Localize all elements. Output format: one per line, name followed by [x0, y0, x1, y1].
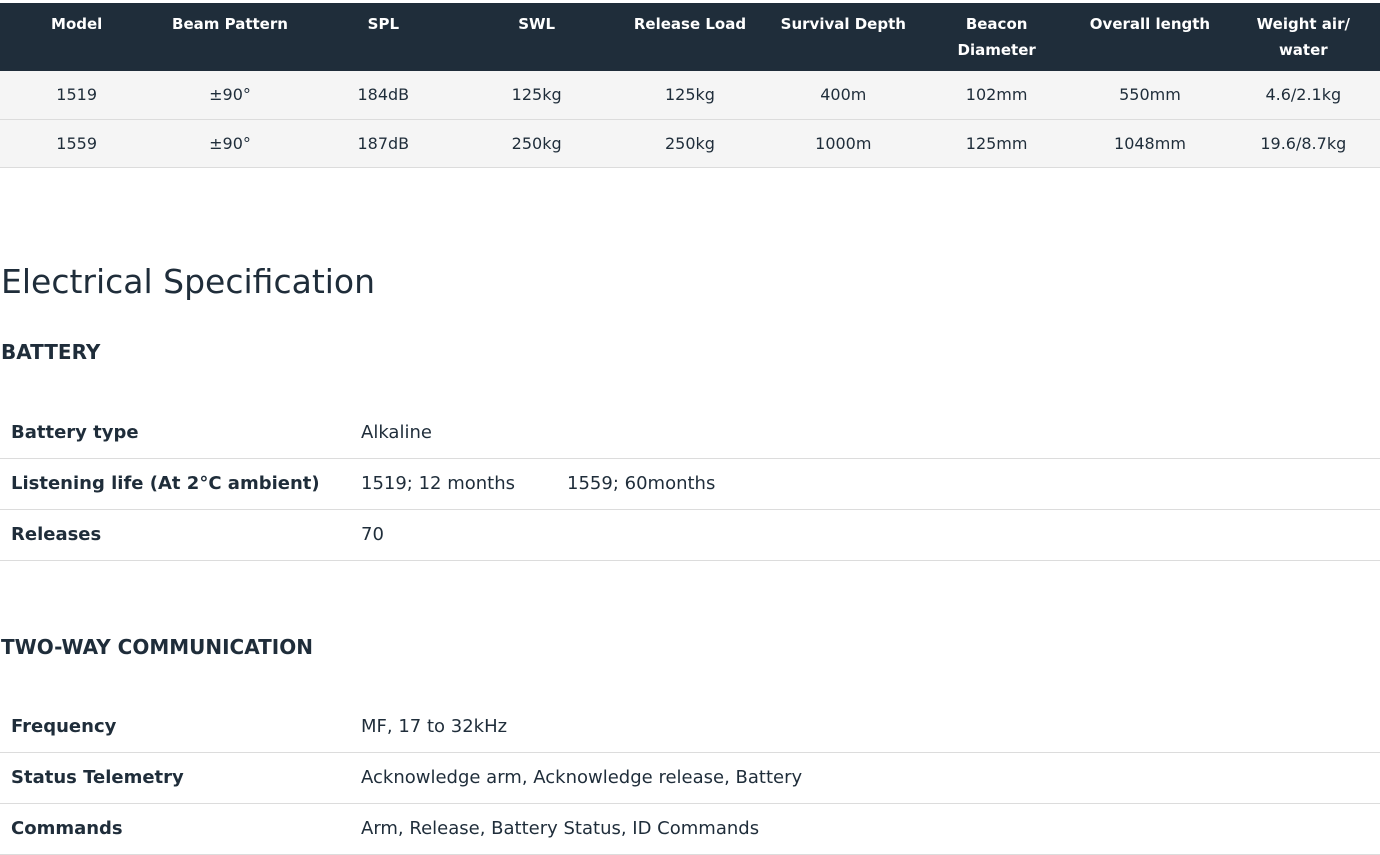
cell-overall-length: 550mm [1073, 71, 1227, 120]
cell-weight: 4.6/2.1kg [1226, 71, 1380, 120]
spec-value-cell: 1519; 12 months 1559; 60months [361, 458, 1380, 510]
col-header-beacon-diameter: Beacon Diameter [919, 3, 1074, 71]
cell-spl: 184dB [306, 71, 460, 120]
table-row: 1519 ±90° 184dB 125kg 125kg 400m 102mm 5… [0, 71, 1380, 120]
cell-survival-depth: 400m [766, 71, 920, 120]
spec-value: 1519; 12 months [361, 473, 516, 494]
table-row: Status Telemetry Acknowledge arm, Acknow… [0, 752, 1380, 804]
battery-spec-table: Battery type Alkaline Listening life (At… [0, 407, 1380, 561]
table-row: 1559 ±90° 187dB 250kg 250kg 1000m 125mm … [0, 119, 1380, 168]
spec-value: MF, 17 to 32kHz [361, 701, 1380, 753]
spec-table: Model Beam Pattern SPL SWL Release Load … [0, 3, 1380, 168]
spec-label: Status Telemetry [0, 752, 361, 804]
spec-value: Acknowledge arm, Acknowledge release, Ba… [361, 752, 1380, 804]
col-header-overall-length: Overall length [1073, 3, 1227, 71]
cell-release-load: 125kg [613, 71, 767, 120]
spec-label: Listening life (At 2°C ambient) [0, 458, 361, 510]
spec-value-secondary: 1559; 60months [567, 473, 716, 494]
cell-swl: 125kg [459, 71, 614, 120]
communication-spec-table: Frequency MF, 17 to 32kHz Status Telemet… [0, 701, 1380, 855]
col-header-model: Model [0, 3, 154, 71]
spec-value: 70 [361, 509, 1380, 561]
table-row: Frequency MF, 17 to 32kHz [0, 701, 1380, 753]
col-header-spl: SPL [306, 3, 460, 71]
spec-label: Commands [0, 803, 361, 855]
spec-label: Battery type [0, 407, 361, 459]
table-row: Listening life (At 2°C ambient) 1519; 12… [0, 458, 1380, 510]
spec-label: Releases [0, 509, 361, 561]
cell-survival-depth: 1000m [766, 119, 920, 168]
cell-model: 1519 [0, 71, 154, 120]
cell-beacon-diameter: 102mm [919, 71, 1074, 120]
spec-value: Arm, Release, Battery Status, ID Command… [361, 803, 1380, 855]
spec-value: Alkaline [361, 407, 1380, 459]
col-header-survival-depth: Survival Depth [766, 3, 920, 71]
table-row: Commands Arm, Release, Battery Status, I… [0, 803, 1380, 855]
cell-overall-length: 1048mm [1073, 119, 1227, 168]
table-row: Releases 70 [0, 509, 1380, 561]
col-header-beam-pattern: Beam Pattern [153, 3, 307, 71]
cell-beacon-diameter: 125mm [919, 119, 1074, 168]
cell-swl: 250kg [459, 119, 614, 168]
cell-beam-pattern: ±90° [153, 71, 307, 120]
cell-beam-pattern: ±90° [153, 119, 307, 168]
spec-label: Frequency [0, 701, 361, 753]
col-header-swl: SWL [459, 3, 614, 71]
table-row: Battery type Alkaline [0, 407, 1380, 459]
cell-release-load: 250kg [613, 119, 767, 168]
subsection-heading-communication: TWO-WAY COMMUNICATION [1, 635, 313, 659]
cell-model: 1559 [0, 119, 154, 168]
col-header-release-load: Release Load [613, 3, 767, 71]
section-title-electrical: Electrical Specification [1, 262, 376, 301]
spec-table-header-row: Model Beam Pattern SPL SWL Release Load … [0, 3, 1380, 71]
col-header-weight: Weight air/ water [1226, 3, 1380, 71]
cell-spl: 187dB [306, 119, 460, 168]
subsection-heading-battery: BATTERY [1, 340, 101, 364]
cell-weight: 19.6/8.7kg [1226, 119, 1380, 168]
